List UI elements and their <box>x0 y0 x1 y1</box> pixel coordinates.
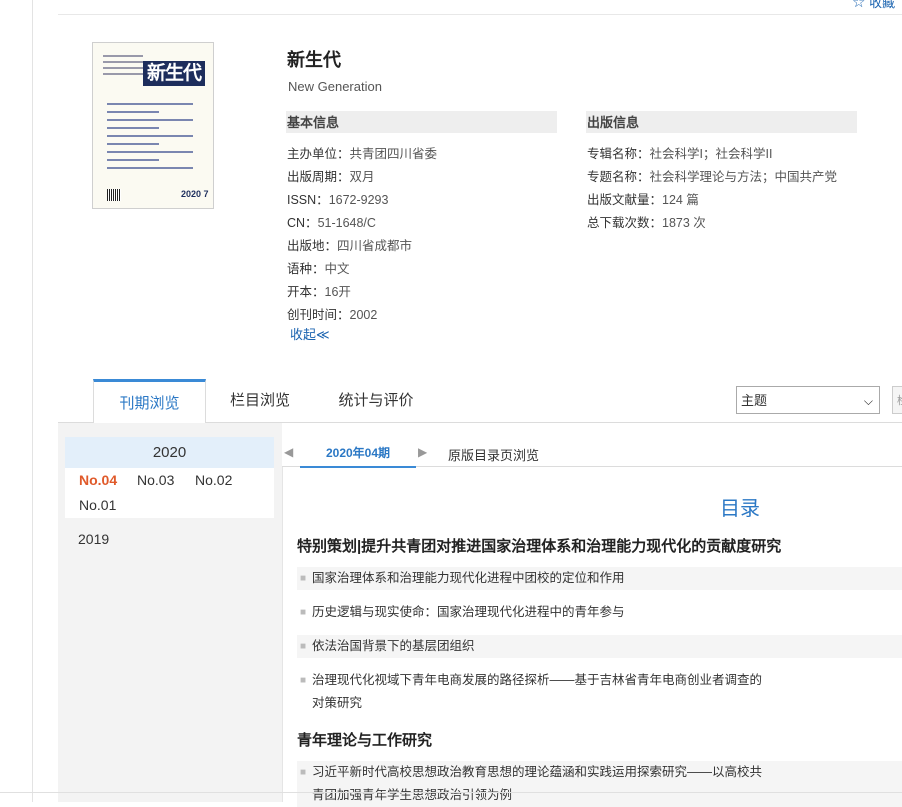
chevron-down-icon: ⌵ <box>863 394 873 408</box>
collapse-link[interactable]: 收起≪ <box>290 324 330 343</box>
bottom-divider <box>0 792 902 793</box>
journal-english-title: New Generation <box>288 79 382 94</box>
cover-toc-lines <box>107 103 193 175</box>
info-row: 开本：16开 <box>287 285 351 299</box>
info-row: 语种：中文 <box>287 262 350 276</box>
bullet-icon: ■ <box>300 573 307 584</box>
info-row: 出版文献量：124 篇 <box>587 193 699 207</box>
year-2020[interactable]: 2020 <box>65 437 274 468</box>
issue-link[interactable]: No.03 <box>137 472 174 488</box>
search-field-value: 主题 <box>741 393 768 408</box>
toc-article[interactable]: ■ 治理现代化视域下青年电商发展的路径探析——基于吉林省青年电商创业者调查的对策研… <box>297 669 902 715</box>
toc-article-title: 依法治国背景下的基层团组织 <box>312 639 475 653</box>
header-divider <box>58 14 902 15</box>
journal-title: 新生代 <box>287 50 341 70</box>
journal-cover: 新生代 2020 7 <box>92 42 214 209</box>
toc-section-title: 青年理论与工作研究 <box>297 732 433 749</box>
prev-issue-arrow-icon[interactable]: ◀ <box>284 445 293 459</box>
bullet-icon: ■ <box>300 675 307 686</box>
toc-article-title: 习近平新时代高校思想政治教育思想的理论蕴涵和实践运用探索研究——以高校共青团加强… <box>312 765 763 802</box>
cover-title: 新生代 <box>143 61 205 86</box>
next-issue-arrow-icon[interactable]: ▶ <box>418 445 427 459</box>
search-field-select[interactable]: 主题 ⌵ <box>736 386 880 414</box>
original-toc-link[interactable]: 原版目录页浏览 <box>448 445 539 464</box>
favorite-label: 收藏 <box>869 0 896 10</box>
toc-article[interactable]: ■ 习近平新时代高校思想政治教育思想的理论蕴涵和实践运用探索研究——以高校共青团加… <box>297 761 902 807</box>
toc-article[interactable]: ■ 历史逻辑与现实使命：国家治理现代化进程中的青年参与 <box>297 601 902 624</box>
bullet-icon: ■ <box>300 607 307 618</box>
info-row: 主办单位：共青团四川省委 <box>287 147 438 161</box>
info-row: 总下载次数：1873 次 <box>587 216 706 230</box>
toc-heading: 目录 <box>720 498 760 520</box>
cover-lines <box>103 55 143 79</box>
issue-link[interactable]: No.02 <box>195 472 232 488</box>
toc-article-title: 治理现代化视域下青年电商发展的路径探析——基于吉林省青年电商创业者调查的对策研究 <box>312 673 763 710</box>
tab-issue-browse[interactable]: 刊期浏览 <box>93 379 206 425</box>
toc-article[interactable]: ■ 依法治国背景下的基层团组织 <box>297 635 902 658</box>
search-input[interactable]: 检 <box>892 386 902 414</box>
bullet-icon: ■ <box>300 641 307 652</box>
current-issue-tab[interactable]: 2020年04期 <box>300 438 416 468</box>
issue-link[interactable]: No.01 <box>79 497 116 513</box>
favorite-button[interactable]: ☆ 收藏 <box>852 0 895 11</box>
toc-section-title: 特别策划|提升共青团对推进国家治理体系和治理能力现代化的贡献度研究 <box>297 538 782 555</box>
tab-column-browse[interactable]: 栏目浏览 <box>218 380 302 422</box>
year-2019[interactable]: 2019 <box>78 531 109 547</box>
toc-article[interactable]: ■ 国家治理体系和治理能力现代化进程中团校的定位和作用 <box>297 567 902 590</box>
toc-article-title: 国家治理体系和治理能力现代化进程中团校的定位和作用 <box>312 571 625 585</box>
info-row: 专题名称：社会科学理论与方法；中国共产党 <box>587 170 838 184</box>
info-row: CN：51-1648/C <box>287 216 376 230</box>
info-row: 出版地：四川省成都市 <box>287 239 413 253</box>
publish-info-heading: 出版信息 <box>586 111 857 133</box>
cover-issue-mark: 2020 7 <box>181 189 209 199</box>
cover-barcode <box>107 189 121 201</box>
info-row: ISSN：1672-9293 <box>287 193 389 207</box>
info-row: 专辑名称：社会科学I；社会科学II <box>587 147 773 161</box>
info-row: 创刊时间：2002 <box>287 308 378 322</box>
info-row: 出版周期：双月 <box>287 170 375 184</box>
issue-list: No.04 No.03 No.02 No.01 <box>65 468 274 518</box>
toc-article-title: 历史逻辑与现实使命：国家治理现代化进程中的青年参与 <box>312 605 625 619</box>
bullet-icon: ■ <box>300 767 307 778</box>
basic-info-heading: 基本信息 <box>286 111 557 133</box>
tab-statistics[interactable]: 统计与评价 <box>330 380 422 422</box>
issue-link-current[interactable]: No.04 <box>79 472 117 488</box>
page-left-border <box>32 0 33 802</box>
star-icon: ☆ <box>852 0 866 11</box>
